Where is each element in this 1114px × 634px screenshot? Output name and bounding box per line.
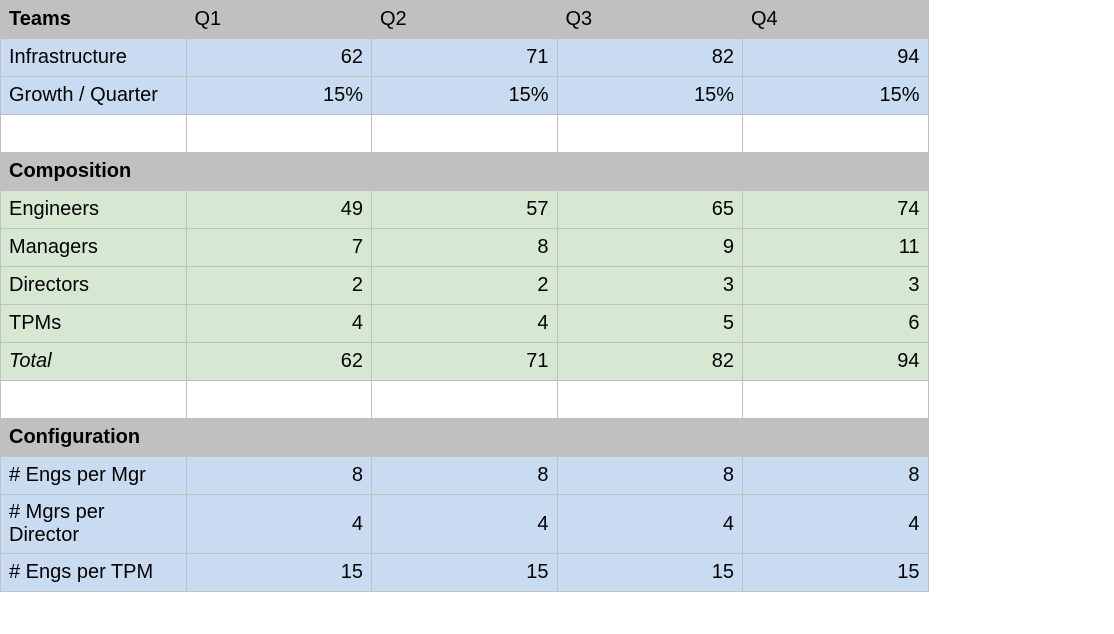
cell-q2[interactable]: 4 (372, 495, 558, 554)
row-total: Total 62 71 82 94 (1, 343, 1114, 381)
row-growth: Growth / Quarter 15% 15% 15% 15% (1, 77, 1114, 115)
header-q1[interactable]: Q1 (186, 1, 372, 39)
cell-q4[interactable]: 6 (743, 305, 929, 343)
cell-q3[interactable]: 82 (557, 343, 743, 381)
cell-q2[interactable]: 71 (372, 343, 558, 381)
cell-q1[interactable]: 7 (186, 229, 372, 267)
cell-q3[interactable]: 15 (557, 554, 743, 592)
section-header-composition: Composition (1, 153, 1114, 191)
cell-label[interactable]: Managers (1, 229, 187, 267)
cell-q2[interactable]: 4 (372, 305, 558, 343)
row-managers: Managers 7 8 9 11 (1, 229, 1114, 267)
cell-q3[interactable]: 82 (557, 39, 743, 77)
blank-row (1, 115, 1114, 153)
row-engs-per-tpm: # Engs per TPM 15 15 15 15 (1, 554, 1114, 592)
cell-q4[interactable]: 3 (743, 267, 929, 305)
cell-q3[interactable]: 8 (557, 457, 743, 495)
cell-q4[interactable]: 4 (743, 495, 929, 554)
header-composition-label[interactable]: Composition (1, 153, 187, 191)
cell-label[interactable]: Growth / Quarter (1, 77, 187, 115)
cell-q2[interactable]: 71 (372, 39, 558, 77)
cell-q1[interactable]: 4 (186, 495, 372, 554)
cell-label[interactable]: Total (1, 343, 187, 381)
cell-label[interactable]: TPMs (1, 305, 187, 343)
cell-q1[interactable]: 49 (186, 191, 372, 229)
cell-q3[interactable]: 9 (557, 229, 743, 267)
row-tpms: TPMs 4 4 5 6 (1, 305, 1114, 343)
blank-row (1, 381, 1114, 419)
cell-q4[interactable]: 74 (743, 191, 929, 229)
cell-q2[interactable]: 15 (372, 554, 558, 592)
cell-q3[interactable]: 5 (557, 305, 743, 343)
header-q4[interactable]: Q4 (743, 1, 929, 39)
cell-label[interactable]: Directors (1, 267, 187, 305)
cell-q4[interactable]: 15% (743, 77, 929, 115)
cell-q3[interactable]: 3 (557, 267, 743, 305)
cell-q1[interactable]: 62 (186, 39, 372, 77)
cell-q2[interactable]: 8 (372, 229, 558, 267)
row-mgrs-per-director: # Mgrs per Director 4 4 4 4 (1, 495, 1114, 554)
cell-q1[interactable]: 62 (186, 343, 372, 381)
row-directors: Directors 2 2 3 3 (1, 267, 1114, 305)
cell-label[interactable]: # Mgrs per Director (1, 495, 187, 554)
cell-q2[interactable]: 2 (372, 267, 558, 305)
cell-label[interactable]: Engineers (1, 191, 187, 229)
cell-q4[interactable]: 94 (743, 39, 929, 77)
header-q3[interactable]: Q3 (557, 1, 743, 39)
spreadsheet-table: Teams Q1 Q2 Q3 Q4 Infrastructure 62 71 8… (0, 0, 1114, 592)
cell-q1[interactable]: 2 (186, 267, 372, 305)
cell-label[interactable]: # Engs per TPM (1, 554, 187, 592)
row-engs-per-mgr: # Engs per Mgr 8 8 8 8 (1, 457, 1114, 495)
header-configuration-label[interactable]: Configuration (1, 419, 187, 457)
cell-q3[interactable]: 4 (557, 495, 743, 554)
section-header-teams: Teams Q1 Q2 Q3 Q4 (1, 1, 1114, 39)
cell-q2[interactable]: 57 (372, 191, 558, 229)
cell-q2[interactable]: 8 (372, 457, 558, 495)
cell-q4[interactable]: 8 (743, 457, 929, 495)
section-header-configuration: Configuration (1, 419, 1114, 457)
cell-label[interactable]: Infrastructure (1, 39, 187, 77)
cell-q4[interactable]: 11 (743, 229, 929, 267)
cell-q3[interactable]: 15% (557, 77, 743, 115)
cell-q1[interactable]: 4 (186, 305, 372, 343)
cell-q1[interactable]: 15% (186, 77, 372, 115)
cell-q3[interactable]: 65 (557, 191, 743, 229)
cell-label[interactable]: # Engs per Mgr (1, 457, 187, 495)
cell-q1[interactable]: 8 (186, 457, 372, 495)
cell-q1[interactable]: 15 (186, 554, 372, 592)
row-infrastructure: Infrastructure 62 71 82 94 (1, 39, 1114, 77)
header-q2[interactable]: Q2 (372, 1, 558, 39)
cell-q2[interactable]: 15% (372, 77, 558, 115)
row-engineers: Engineers 49 57 65 74 (1, 191, 1114, 229)
header-teams-label[interactable]: Teams (1, 1, 187, 39)
cell-q4[interactable]: 15 (743, 554, 929, 592)
cell-q4[interactable]: 94 (743, 343, 929, 381)
